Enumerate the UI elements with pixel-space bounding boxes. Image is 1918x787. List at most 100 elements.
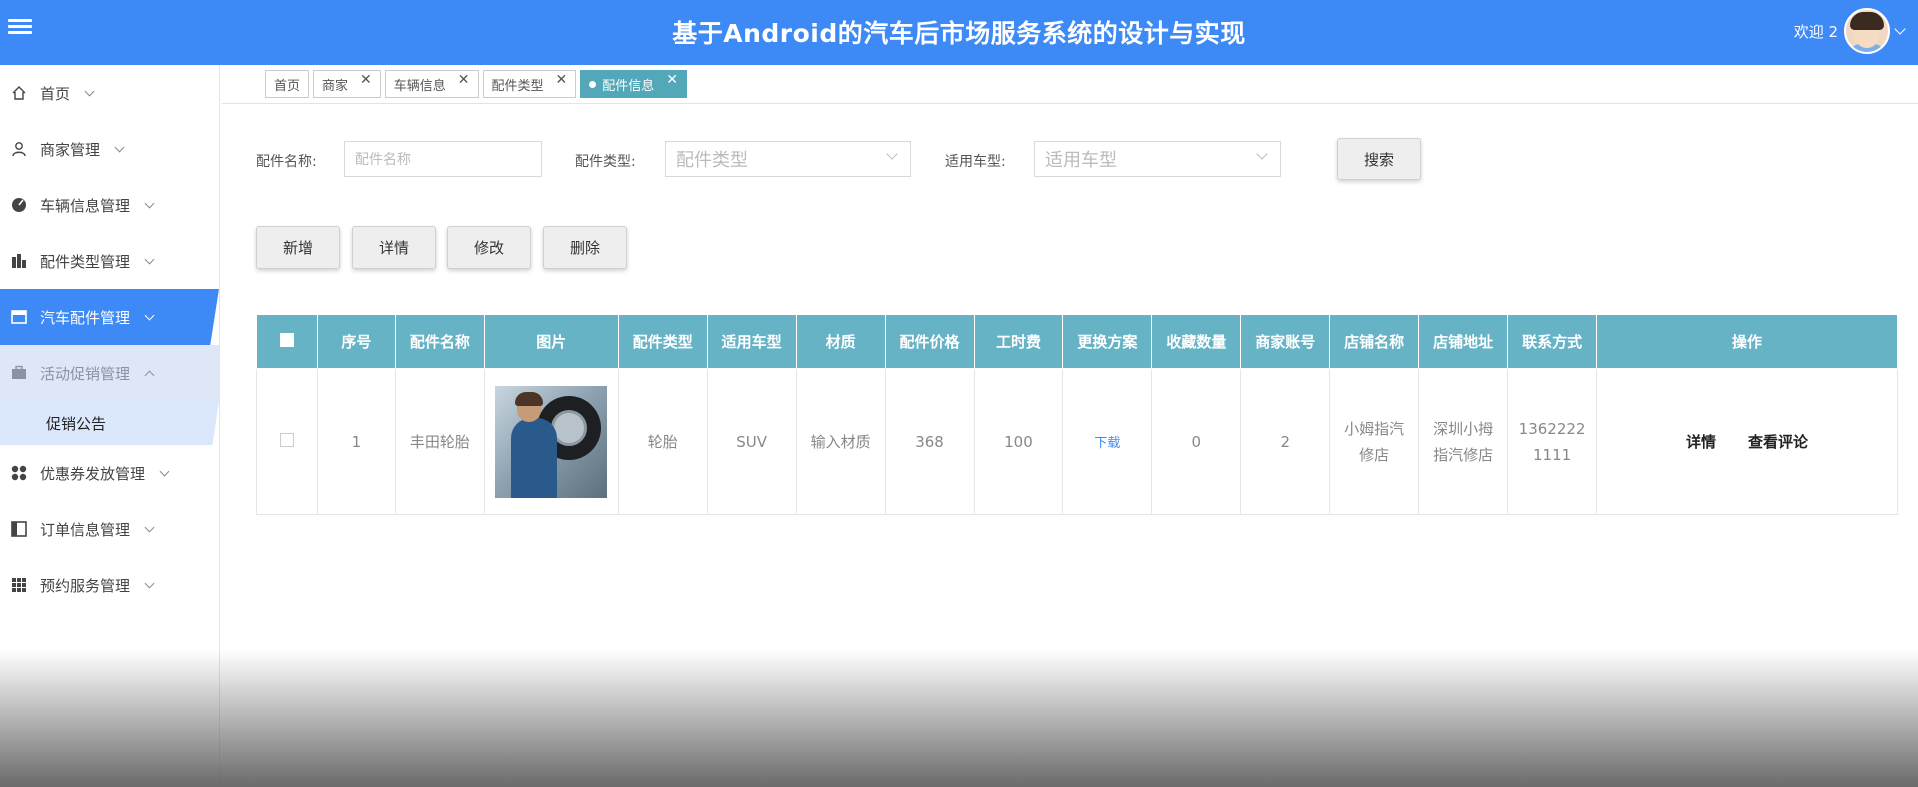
card-icon bbox=[10, 308, 28, 326]
part-type-cell: 轮胎 bbox=[617, 368, 708, 515]
sidebar-item-parts-type[interactable]: 配件类型管理 bbox=[0, 233, 219, 289]
sidebar-item-label: 预约服务管理 bbox=[40, 576, 131, 595]
image-cell bbox=[483, 368, 619, 515]
app-title: 基于Android的汽车后市场服务系统的设计与实现 bbox=[672, 19, 1246, 48]
chevron-down-icon bbox=[144, 522, 155, 532]
select-all-cell[interactable] bbox=[256, 314, 318, 369]
welcome-text: 欢迎 2 bbox=[1793, 22, 1838, 41]
part-image bbox=[495, 385, 608, 498]
contact-cell: 13622221111 bbox=[1507, 368, 1598, 515]
column-header: 序号 bbox=[316, 314, 396, 369]
top-header: 基于Android的汽车后市场服务系统的设计与实现 欢迎 2 bbox=[0, 0, 1918, 65]
index-cell: 1 bbox=[316, 368, 396, 515]
part-name-input[interactable]: 配件名称 bbox=[344, 141, 542, 177]
column-header: 配件类型 bbox=[617, 314, 708, 369]
tab-merchant[interactable]: 商家 ✕ bbox=[313, 70, 381, 98]
apps-icon bbox=[10, 576, 28, 594]
sidebar-item-promotion[interactable]: 活动促销管理 bbox=[0, 345, 219, 401]
parts-table: 序号 配件名称 图片 配件类型 适用车型 材质 配件价格 工时费 更换方案 收藏… bbox=[256, 314, 1898, 515]
close-icon[interactable]: ✕ bbox=[666, 72, 678, 88]
shop-name-cell: 小姆指汽修店 bbox=[1329, 368, 1420, 515]
column-header: 操作 bbox=[1596, 314, 1898, 369]
column-header: 工时费 bbox=[973, 314, 1064, 369]
sidebar-item-reservation[interactable]: 预约服务管理 bbox=[0, 557, 219, 613]
row-select-cell[interactable] bbox=[256, 368, 318, 515]
download-link[interactable]: 下载 bbox=[1094, 436, 1120, 451]
active-dot-icon bbox=[589, 80, 597, 88]
operation-cell: 详情 查看评论 bbox=[1596, 368, 1898, 515]
row-detail-button[interactable]: 详情 bbox=[1686, 431, 1716, 452]
view-reviews-button[interactable]: 查看评论 bbox=[1748, 431, 1808, 452]
divider bbox=[222, 103, 1918, 104]
chevron-up-icon bbox=[144, 370, 155, 380]
column-header: 更换方案 bbox=[1062, 314, 1153, 369]
sidebar-item-label: 首页 bbox=[40, 84, 71, 103]
column-header: 图片 bbox=[483, 314, 619, 369]
avatar[interactable] bbox=[1844, 8, 1890, 54]
chevron-down-icon bbox=[886, 148, 898, 160]
building-icon bbox=[10, 252, 28, 270]
briefcase-icon bbox=[10, 364, 28, 382]
tab-parts-info[interactable]: 配件信息 ✕ bbox=[580, 70, 688, 98]
sidebar-item-coupon[interactable]: 优惠券发放管理 bbox=[0, 445, 219, 501]
panel-icon bbox=[10, 520, 28, 538]
car-model-label: 适用车型: bbox=[945, 154, 1006, 170]
column-header: 材质 bbox=[795, 314, 886, 369]
user-menu[interactable]: 欢迎 2 bbox=[1793, 8, 1906, 54]
column-header: 配件价格 bbox=[884, 314, 975, 369]
close-icon[interactable]: ✕ bbox=[360, 72, 372, 88]
search-button[interactable]: 搜索 bbox=[1337, 138, 1421, 180]
labor-cell: 100 bbox=[973, 368, 1064, 515]
favorites-cell: 0 bbox=[1151, 368, 1242, 515]
table-header-row: 序号 配件名称 图片 配件类型 适用车型 材质 配件价格 工时费 更换方案 收藏… bbox=[256, 314, 1898, 369]
sidebar-item-label: 汽车配件管理 bbox=[40, 308, 131, 327]
tab-bar: 首页 商家 ✕ 车辆信息 ✕ 配件类型 ✕ 配件信息 ✕ bbox=[265, 70, 688, 98]
pie-icon bbox=[10, 196, 28, 214]
sidebar-item-auto-parts[interactable]: 汽车配件管理 bbox=[0, 289, 219, 345]
car-model-cell: SUV bbox=[706, 368, 797, 515]
car-model-select[interactable]: 适用车型 bbox=[1034, 141, 1281, 177]
sidebar-item-label: 订单信息管理 bbox=[40, 520, 131, 539]
chevron-down-icon bbox=[144, 310, 155, 320]
chevron-down-icon bbox=[144, 578, 155, 588]
shop-address-cell: 深圳小拇指汽修店 bbox=[1418, 368, 1509, 515]
edit-button[interactable]: 修改 bbox=[447, 226, 531, 269]
delete-button[interactable]: 删除 bbox=[543, 226, 627, 269]
tab-vehicle-info[interactable]: 车辆信息 ✕ bbox=[384, 70, 479, 98]
part-type-label: 配件类型: bbox=[575, 154, 636, 170]
column-header: 收藏数量 bbox=[1151, 314, 1242, 369]
search-bar: 配件名称: 配件名称 配件类型: 配件类型 适用车型: 适用车型 bbox=[0, 141, 1918, 177]
sidebar-item-vehicle[interactable]: 车辆信息管理 bbox=[0, 177, 219, 233]
chevron-down-icon bbox=[144, 254, 155, 264]
column-header: 店铺名称 bbox=[1329, 314, 1420, 369]
part-name-label: 配件名称: bbox=[256, 154, 317, 170]
table-row[interactable]: 1 丰田轮胎 轮胎 SUV 输入材质 368 100 下载 0 2 小姆指汽修店… bbox=[256, 368, 1898, 515]
column-header: 店铺地址 bbox=[1418, 314, 1509, 369]
column-header: 适用车型 bbox=[706, 314, 797, 369]
tab-parts-type[interactable]: 配件类型 ✕ bbox=[482, 70, 577, 98]
part-type-select[interactable]: 配件类型 bbox=[665, 141, 911, 177]
sidebar-item-label: 配件类型管理 bbox=[40, 252, 131, 271]
chevron-down-icon bbox=[84, 86, 95, 96]
sidebar-item-order[interactable]: 订单信息管理 bbox=[0, 501, 219, 557]
chevron-down-icon[interactable] bbox=[1894, 23, 1906, 35]
chevron-down-icon bbox=[144, 198, 155, 208]
plan-cell: 下载 bbox=[1062, 368, 1153, 515]
close-icon[interactable]: ✕ bbox=[556, 72, 568, 88]
sidebar-item-home[interactable]: 首页 bbox=[0, 65, 219, 121]
add-button[interactable]: 新增 bbox=[256, 226, 340, 269]
tab-home[interactable]: 首页 bbox=[265, 70, 310, 98]
chevron-down-icon bbox=[1256, 148, 1268, 160]
material-cell: 输入材质 bbox=[795, 368, 886, 515]
close-icon[interactable]: ✕ bbox=[458, 72, 470, 88]
chevron-down-icon bbox=[159, 466, 170, 476]
select-all-checkbox[interactable] bbox=[279, 332, 294, 347]
bottom-shadow bbox=[0, 650, 1918, 787]
detail-button[interactable]: 详情 bbox=[352, 226, 436, 269]
sidebar-subitem-promotion-notice[interactable]: 促销公告 bbox=[0, 401, 219, 445]
home-icon bbox=[10, 84, 28, 102]
row-checkbox[interactable] bbox=[279, 432, 294, 447]
column-header: 配件名称 bbox=[394, 314, 485, 369]
price-cell: 368 bbox=[884, 368, 975, 515]
part-name-cell: 丰田轮胎 bbox=[394, 368, 485, 515]
